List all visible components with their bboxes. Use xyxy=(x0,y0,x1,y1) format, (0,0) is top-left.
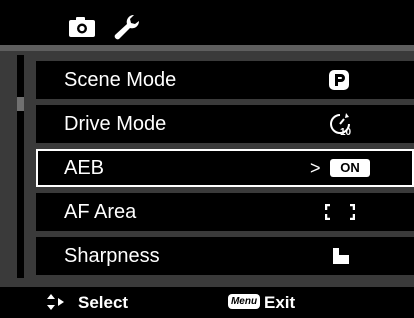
self-timer-icon: 10 xyxy=(330,113,352,137)
menu-item-label: AEB xyxy=(64,157,105,179)
scrollbar-thumb[interactable] xyxy=(17,97,24,111)
up-down-right-nav-icon xyxy=(47,294,64,310)
menu-item-af-area[interactable]: AF Area xyxy=(36,193,414,231)
af-area-bracket-icon xyxy=(325,204,355,220)
tab-bar xyxy=(0,0,414,45)
menu-key-badge: Menu xyxy=(228,294,260,309)
svg-text:10: 10 xyxy=(340,127,352,137)
exit-hint: Exit xyxy=(264,293,296,312)
chevron-right-icon: > xyxy=(310,158,321,178)
camera-icon[interactable] xyxy=(68,16,96,38)
menu-item-label: Sharpness xyxy=(64,245,160,267)
select-hint: Select xyxy=(78,293,129,312)
sharpness-icon xyxy=(333,248,349,264)
menu-item-label: Drive Mode xyxy=(64,113,167,135)
menu-item-label: Scene Mode xyxy=(64,69,177,91)
scene-program-icon xyxy=(329,70,349,90)
menu-item-sharpness[interactable]: Sharpness xyxy=(36,237,414,275)
menu-item-aeb[interactable]: AEB > ON xyxy=(36,149,414,187)
menu-item-drive-mode[interactable]: Drive Mode 10 xyxy=(36,105,414,143)
menu-item-scene-mode[interactable]: Scene Mode xyxy=(36,61,414,99)
wrench-icon[interactable] xyxy=(112,13,142,41)
on-badge: ON xyxy=(330,159,370,177)
scrollbar-track[interactable] xyxy=(17,55,24,278)
menu-item-label: AF Area xyxy=(64,201,137,223)
